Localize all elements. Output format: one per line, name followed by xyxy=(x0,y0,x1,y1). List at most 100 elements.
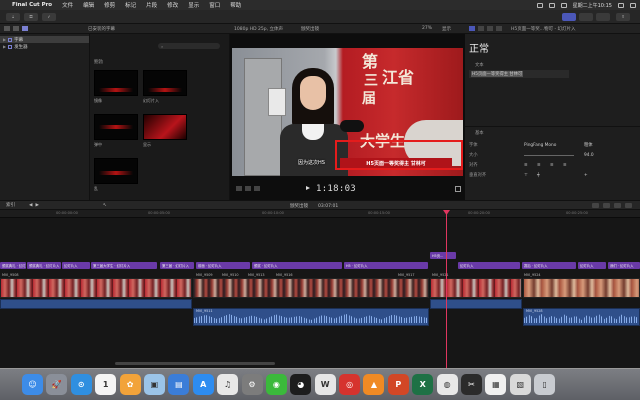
audio-skimming-icon[interactable] xyxy=(592,203,599,208)
viewer-zoom[interactable]: 27% xyxy=(422,26,432,31)
text-inspector-icon[interactable] xyxy=(478,26,484,31)
align-left-icon[interactable]: ≡ xyxy=(524,163,528,168)
title-clip[interactable]: 幻灯片入 xyxy=(62,262,90,269)
fullscreen-icon[interactable] xyxy=(455,186,461,192)
video-clip[interactable] xyxy=(523,278,640,298)
battery-icon[interactable] xyxy=(560,2,567,8)
system-prefs-icon[interactable]: ⚙ xyxy=(241,374,263,395)
transform-icon[interactable] xyxy=(236,185,242,191)
menu-list-icon[interactable] xyxy=(630,2,636,8)
chrome-icon[interactable]: ◍ xyxy=(436,374,458,395)
launchpad-icon[interactable]: 🚀 xyxy=(46,374,68,395)
app-store-icon[interactable]: A xyxy=(192,374,214,395)
libraries-icon[interactable] xyxy=(4,26,10,31)
title-clip[interactable]: 颁奖典礼 · 幻灯片入 xyxy=(27,262,61,269)
final-cut-pro-icon[interactable]: ✂ xyxy=(461,374,483,395)
volume-icon[interactable] xyxy=(548,2,555,8)
share-icon[interactable]: ⇪ xyxy=(616,12,630,21)
title-thumb-reveal[interactable] xyxy=(143,114,187,140)
key-icon[interactable]: ⚿ xyxy=(24,12,38,21)
netease-music-icon[interactable]: ◎ xyxy=(339,374,361,395)
menu-item-trim[interactable]: 修剪 xyxy=(104,1,115,9)
font-family-popup[interactable]: PingFang Mono xyxy=(524,143,556,148)
wifi-icon[interactable] xyxy=(536,2,543,8)
import-icon[interactable]: ⇣ xyxy=(6,12,20,21)
sidebar-item-generators[interactable]: ▶ 发生器 xyxy=(0,43,89,50)
layout-inspector-toggle[interactable] xyxy=(596,12,610,21)
title-clip[interactable]: 颁奖典礼 · 幻灯片入 xyxy=(0,262,26,269)
disclosure-triangle-icon[interactable]: ▶ xyxy=(3,37,6,42)
trash-icon[interactable]: ▯ xyxy=(534,374,556,395)
info-inspector-icon[interactable] xyxy=(496,26,502,31)
image-capture-icon[interactable]: ▧ xyxy=(509,374,531,395)
weibo-icon[interactable]: W xyxy=(314,374,336,395)
timeline[interactable]: 00:00:00:00 00:00:05:00 00:00:10:00 00:0… xyxy=(0,210,640,368)
search-icon[interactable] xyxy=(618,2,624,8)
check-icon[interactable]: ✓ xyxy=(42,12,56,21)
size-value[interactable]: 94.0 xyxy=(584,153,594,158)
menu-item-clip[interactable]: 片段 xyxy=(146,1,157,9)
finder-icon[interactable]: ☺ xyxy=(22,374,43,395)
align-center-icon[interactable]: ≡ xyxy=(537,163,541,168)
video-inspector-icon[interactable] xyxy=(487,26,493,31)
timeline-ruler[interactable]: 00:00:00:00 00:00:05:00 00:00:10:00 00:0… xyxy=(0,210,640,218)
title-clip[interactable]: 前面 · 幻灯片入 xyxy=(196,262,250,269)
title-clip[interactable]: 赛后 · 幻灯片入 xyxy=(522,262,576,269)
music-icon[interactable]: ♫ xyxy=(217,374,239,395)
clip-appearance-icon[interactable] xyxy=(625,203,632,208)
photos-icon[interactable] xyxy=(13,26,19,31)
title-clip[interactable]: 幻灯片入 xyxy=(458,262,520,269)
connected-title-clip[interactable]: H5页... xyxy=(430,252,456,259)
menu-item-edit[interactable]: 编辑 xyxy=(83,1,94,9)
title-clip[interactable]: 我们 · 幻灯片入 xyxy=(608,262,640,269)
forward-arrow-icon[interactable]: ▶ xyxy=(35,203,38,208)
vlc-icon[interactable]: ▲ xyxy=(363,374,385,395)
align-justify-icon[interactable]: ≡ xyxy=(563,163,567,168)
audio-clip[interactable]: MVI_9528 xyxy=(523,308,640,326)
textedit-icon[interactable]: ▦ xyxy=(485,374,507,395)
title-thumb-random[interactable] xyxy=(94,158,138,184)
qq-icon[interactable]: ◕ xyxy=(290,374,312,395)
video-clip[interactable] xyxy=(193,278,429,298)
snapping-icon[interactable] xyxy=(603,203,610,208)
menu-item-modify[interactable]: 修改 xyxy=(167,1,178,9)
title-thumb-center[interactable] xyxy=(94,114,138,140)
video-clip[interactable] xyxy=(430,278,522,298)
play-icon[interactable] xyxy=(306,186,310,190)
audio-clip[interactable] xyxy=(430,299,522,309)
menu-app-name[interactable]: Final Cut Pro xyxy=(12,2,52,8)
preview-icon[interactable]: ▣ xyxy=(143,374,165,395)
excel-icon[interactable]: X xyxy=(412,374,434,395)
title-clip[interactable]: 第三届大学生 · 幻灯片入 xyxy=(91,262,157,269)
calendar-icon[interactable]: 1 xyxy=(95,374,117,395)
text-field[interactable]: H5页面一等奖得主 甘林可 xyxy=(469,70,569,78)
powerpoint-icon[interactable]: P xyxy=(387,374,409,395)
layout-browser-toggle[interactable] xyxy=(562,12,576,21)
viewer-timecode[interactable]: 1:18:03 xyxy=(316,184,356,194)
safari-icon[interactable]: ⊙ xyxy=(70,374,92,395)
lower-third-title[interactable]: H5页面一等奖得主 甘林可 xyxy=(340,158,452,168)
timeline-scrollbar[interactable] xyxy=(115,362,275,365)
valign-top-icon[interactable]: ⊤ xyxy=(524,173,528,178)
titles-icon[interactable] xyxy=(22,26,28,31)
crop-icon[interactable] xyxy=(245,185,251,191)
valign-middle-icon[interactable]: ╪ xyxy=(537,173,540,178)
title-thumb-slide-in[interactable] xyxy=(143,70,187,96)
keynote-icon[interactable]: ▤ xyxy=(168,374,190,395)
solo-icon[interactable] xyxy=(614,203,621,208)
menu-clock[interactable]: 星期二上午10:15 xyxy=(573,2,612,9)
title-thumb-mirror[interactable] xyxy=(94,70,138,96)
back-arrow-icon[interactable]: ◀ xyxy=(29,203,32,208)
font-weight-popup[interactable]: 粗体 xyxy=(584,142,593,148)
distort-icon[interactable] xyxy=(254,185,260,191)
title-clip[interactable]: 幻灯片入 xyxy=(578,262,606,269)
title-inspector-icon[interactable] xyxy=(469,26,475,31)
add-keyframe-icon[interactable]: + xyxy=(584,173,588,178)
audio-clip[interactable] xyxy=(0,299,192,309)
viewer-view-menu[interactable]: 显示 xyxy=(442,26,451,32)
menu-item-help[interactable]: 帮助 xyxy=(230,1,241,9)
size-slider[interactable] xyxy=(524,155,574,156)
menu-item-file[interactable]: 文件 xyxy=(62,1,73,9)
align-right-icon[interactable]: ≡ xyxy=(550,163,554,168)
photos-icon[interactable]: ✿ xyxy=(119,374,141,395)
